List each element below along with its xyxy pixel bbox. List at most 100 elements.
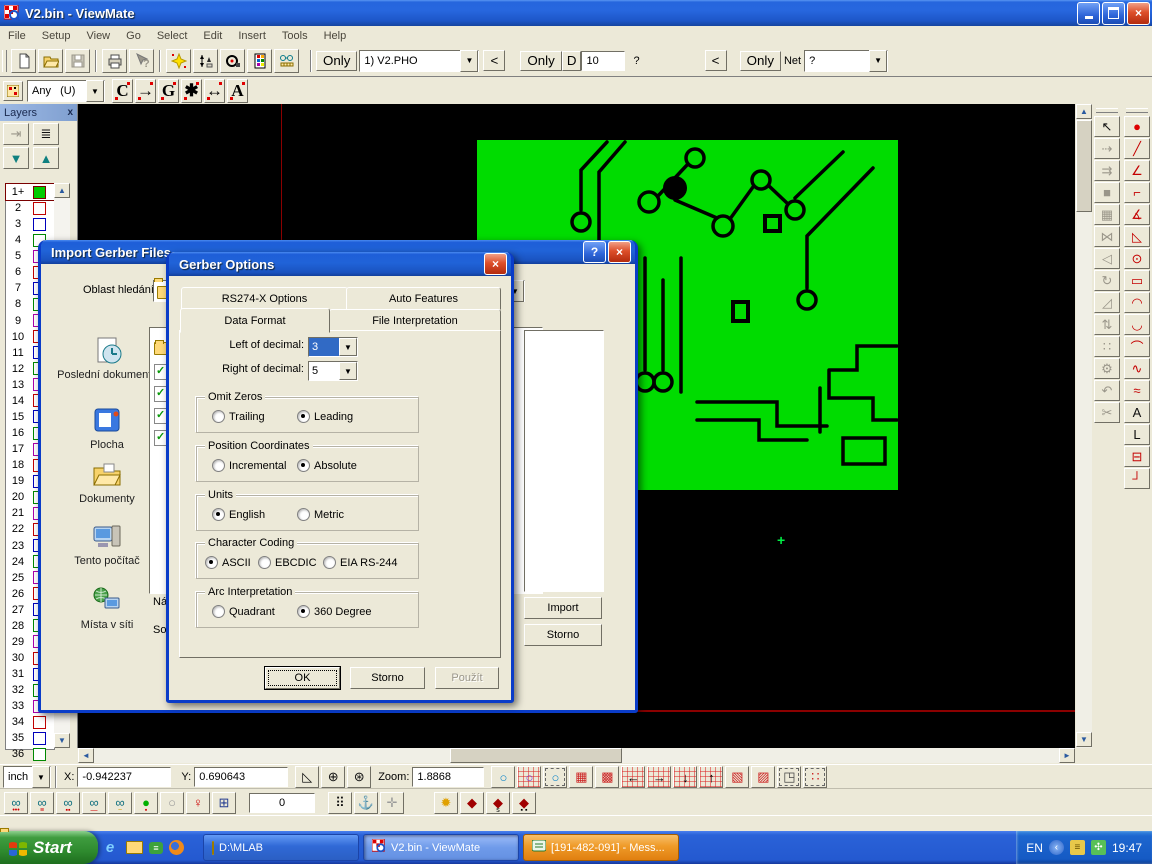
selection-filter-combo[interactable]: Any (U) ▼ — [27, 80, 105, 102]
layer-up-button[interactable]: ▲ — [33, 147, 59, 169]
layer-table-button[interactable]: ≣ — [33, 123, 59, 145]
print-button[interactable] — [102, 49, 127, 73]
draw-circle-tool-button[interactable]: ⊙ — [1124, 248, 1150, 269]
layer-color-swatch[interactable] — [33, 218, 46, 231]
layer-row-3[interactable]: 3 — [6, 216, 54, 232]
layer-row-36[interactable]: 36 — [6, 746, 54, 762]
radio-eia-rs-244[interactable]: EIA RS-244 — [323, 556, 397, 569]
pan-left-button[interactable]: ← — [621, 766, 645, 788]
dcode-button[interactable]: D — [562, 51, 582, 71]
tray-green-icon[interactable]: ✣ — [1091, 840, 1106, 855]
task-dmlab[interactable]: D:\MLAB — [203, 834, 359, 861]
rotate-tool-button[interactable]: ↻ — [1094, 270, 1120, 291]
task-messenger[interactable]: [191-482-091] - Mess... — [523, 834, 679, 861]
layers-close-icon[interactable]: x — [67, 107, 73, 118]
selection-filter-arrow-icon[interactable]: ▼ — [86, 80, 104, 102]
mirror-vertical-tool-button[interactable]: ⋈ — [1094, 226, 1120, 247]
select-trace-button[interactable]: ↔ — [204, 79, 225, 103]
close-button[interactable]: × — [1127, 2, 1150, 25]
pan-down-button[interactable]: ↓ — [673, 766, 697, 788]
dialog-close-button[interactable]: × — [608, 241, 631, 263]
draw-curve-tool-button[interactable]: ◠ — [1124, 292, 1150, 313]
dimension-view-button[interactable] — [193, 49, 218, 73]
layer-color-swatch[interactable] — [33, 732, 46, 745]
grid-table-button[interactable]: ⊞ — [212, 792, 236, 814]
menu-view[interactable]: View — [78, 28, 118, 44]
align-tool-button[interactable]: ∷ — [1094, 336, 1120, 357]
radio-ebcdic[interactable]: EBCDIC — [258, 556, 317, 569]
restore-button[interactable] — [1102, 2, 1125, 25]
draw-path-tool-button[interactable]: ⌐ — [1124, 182, 1150, 203]
quicklaunch-book-icon[interactable]: ≡ — [149, 842, 163, 854]
layer-combo-arrow-icon[interactable]: ▼ — [460, 50, 478, 72]
context-help-button[interactable]: ? — [129, 49, 154, 73]
pan-right-button[interactable]: → — [647, 766, 671, 788]
menu-edit[interactable]: Edit — [195, 28, 230, 44]
menu-select[interactable]: Select — [149, 28, 196, 44]
pattern-fill-tool-button[interactable]: ▦ — [1094, 204, 1120, 225]
radio-absolute[interactable]: Absolute — [297, 459, 357, 472]
measure-angle-button[interactable]: ◺ — [295, 766, 319, 788]
place-network-places[interactable]: Místa v síti — [51, 586, 163, 631]
layer-row-1[interactable]: 1+ — [6, 184, 54, 200]
zoom-value-field[interactable]: 1.8868 — [412, 767, 484, 787]
net-combo[interactable]: ? ▼ — [804, 50, 888, 72]
pad-rotate-button[interactable]: ◆s — [486, 792, 510, 814]
task-viewmate[interactable]: V2.bin - ViewMate — [363, 834, 519, 861]
previous-dcode-button[interactable]: < — [705, 50, 727, 71]
vertical-scroll-thumb[interactable] — [1076, 120, 1092, 212]
draw-triangle-tool-button[interactable]: ◺ — [1124, 226, 1150, 247]
corner-tool-button[interactable]: ┘ — [1124, 468, 1150, 489]
snap-grid-button[interactable]: ⠿ — [328, 792, 352, 814]
tab-rs274x-options[interactable]: RS274-X Options — [181, 287, 348, 310]
label-tool-button[interactable]: L — [1124, 424, 1150, 445]
radio-quadrant[interactable]: Quadrant — [212, 605, 275, 618]
scroll-left-icon[interactable]: ◄ — [78, 748, 94, 763]
flash-view-button[interactable] — [166, 49, 191, 73]
grid-lines-button[interactable]: ▩ — [595, 766, 619, 788]
place-documents[interactable]: Dokumenty — [51, 460, 163, 505]
draw-ellipse-tool-button[interactable]: ⌒ — [1124, 336, 1150, 357]
apply-button[interactable]: Použít — [435, 667, 499, 689]
view-outline-button[interactable]: ∞— — [82, 792, 106, 814]
place-my-computer[interactable]: Tento počítač — [51, 522, 163, 567]
goto-dcode-button[interactable]: → — [135, 79, 156, 103]
view-dots-button[interactable]: ∞••• — [4, 792, 28, 814]
new-file-button[interactable] — [11, 49, 36, 73]
solid-fill-tool-button[interactable]: ■ — [1094, 182, 1120, 203]
language-indicator[interactable]: EN — [1026, 841, 1043, 855]
import-button[interactable]: Import — [524, 597, 602, 619]
undo-tool-button[interactable]: ↶ — [1094, 380, 1120, 401]
quicklaunch-ie-icon[interactable]: e — [101, 839, 119, 857]
tray-chevron-icon[interactable]: ‹ — [1049, 840, 1064, 855]
dialog-help-button[interactable]: ? — [583, 241, 606, 263]
selection-filter-button[interactable] — [3, 81, 23, 101]
select-flash-button[interactable]: ✱ — [181, 79, 202, 103]
highlight-on-button[interactable]: ●▪ — [134, 792, 158, 814]
unit-combo[interactable]: inch ▼ — [3, 766, 51, 788]
quicklaunch-firefox-icon[interactable] — [169, 840, 184, 855]
scroll-right-icon[interactable]: ► — [1059, 748, 1075, 763]
zoom-in-grid-button[interactable]: ▨ — [751, 766, 775, 788]
gerber-close-button[interactable]: × — [484, 253, 507, 275]
relative-origin-button[interactable]: ⊛ — [347, 766, 371, 788]
copy-tool-button[interactable]: ⇉ — [1094, 160, 1120, 181]
highlight-area-button[interactable]: ∷ — [803, 766, 827, 788]
layer-color-swatch[interactable] — [33, 748, 46, 761]
measure-view-button[interactable] — [274, 49, 299, 73]
draw-pad-tool-button[interactable]: ● — [1124, 116, 1150, 137]
grid-dots-button[interactable]: ▦ — [569, 766, 593, 788]
place-recent-documents[interactable]: Poslední dokumenty — [51, 336, 163, 381]
tab-file-interpretation[interactable]: File Interpretation — [329, 309, 501, 332]
select-text-button[interactable]: A — [227, 79, 248, 103]
menu-help[interactable]: Help — [316, 28, 355, 44]
layer-color-swatch[interactable] — [33, 716, 46, 729]
layer-row-2[interactable]: 2 — [6, 200, 54, 216]
layer-row-34[interactable]: 34 — [6, 714, 54, 730]
view-lines-button[interactable]: ∞≡ — [30, 792, 54, 814]
tab-auto-features[interactable]: Auto Features — [346, 287, 501, 310]
anchor-button[interactable]: ⚓ — [354, 792, 378, 814]
import-cancel-button[interactable]: Storno — [524, 624, 602, 646]
layer-down-button[interactable]: ▼ — [3, 147, 29, 169]
layer-scroll-down-icon[interactable]: ▼ — [54, 733, 70, 748]
